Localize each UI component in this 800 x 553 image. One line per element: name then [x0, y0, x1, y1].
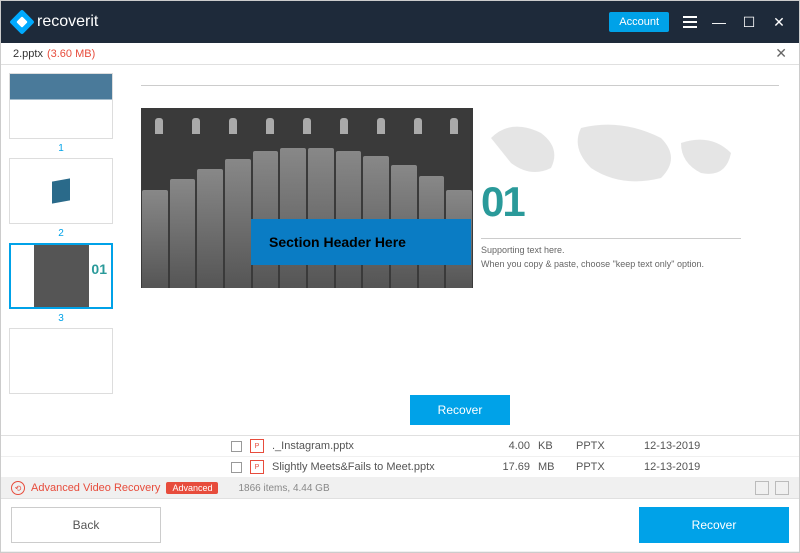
file-unit-cell: KB	[538, 440, 568, 452]
file-unit-cell: MB	[538, 461, 568, 473]
close-icon[interactable]: ✕	[771, 14, 787, 31]
file-type-cell: PPTX	[576, 440, 636, 452]
app-logo: recoverit	[13, 13, 98, 31]
slide-thumb-2[interactable]	[9, 158, 113, 224]
items-summary: 1866 items, 4.44 GB	[238, 483, 329, 494]
file-size-cell: 17.69	[460, 461, 530, 473]
video-recovery-icon: ⟲	[11, 481, 25, 495]
preview-filename: 2.pptx	[13, 48, 43, 60]
slide-thumb-3[interactable]: 01	[9, 243, 113, 309]
minimize-icon[interactable]: —	[711, 14, 727, 30]
file-info-bar: 2.pptx (3.60 MB) ✕	[1, 43, 799, 65]
grid-view-icon[interactable]	[755, 481, 769, 495]
pptx-icon: P	[250, 439, 264, 453]
file-date-cell: 12-13-2019	[644, 440, 724, 452]
back-button[interactable]: Back	[11, 507, 161, 543]
recover-preview-button[interactable]: Recover	[410, 395, 511, 425]
menu-icon[interactable]	[683, 16, 697, 28]
slide-number: 01	[481, 178, 524, 226]
advanced-video-recovery[interactable]: ⟲ Advanced Video Recovery Advanced	[11, 481, 218, 495]
section-header-box: Section Header Here	[251, 219, 471, 265]
table-row[interactable]: P Slightly Meets&Fails to Meet.pptx 17.6…	[1, 457, 799, 478]
row-checkbox[interactable]	[231, 441, 242, 452]
thumb-number-selected: 3	[9, 313, 113, 324]
recover-button[interactable]: Recover	[639, 507, 789, 543]
preview-area: 1 2 01 3 Section Header Here 01 Supporti…	[1, 65, 799, 435]
preview-filesize: (3.60 MB)	[47, 48, 95, 60]
row-checkbox[interactable]	[231, 462, 242, 473]
footer-bar: Back Recover	[1, 498, 799, 551]
thumb-number: 2	[9, 228, 113, 239]
advanced-badge: Advanced	[166, 482, 218, 494]
thumb-number: 1	[9, 143, 113, 154]
list-view-icon[interactable]	[775, 481, 789, 495]
account-button[interactable]: Account	[609, 12, 669, 32]
titlebar: recoverit Account — ☐ ✕	[1, 1, 799, 43]
file-name-cell: Slightly Meets&Fails to Meet.pptx	[272, 461, 452, 473]
file-date-cell: 12-13-2019	[644, 461, 724, 473]
file-list: P ._Instagram.pptx 4.00 KB PPTX 12-13-20…	[1, 435, 799, 478]
slide-thumb-4[interactable]	[9, 328, 113, 394]
table-row[interactable]: P ._Instagram.pptx 4.00 KB PPTX 12-13-20…	[1, 436, 799, 457]
maximize-icon[interactable]: ☐	[741, 14, 757, 31]
close-preview-icon[interactable]: ✕	[775, 45, 787, 62]
app-name: recoverit	[37, 13, 98, 31]
file-name-cell: ._Instagram.pptx	[272, 440, 452, 452]
slide-thumb-1[interactable]	[9, 73, 113, 139]
file-type-cell: PPTX	[576, 461, 636, 473]
file-size-cell: 4.00	[460, 440, 530, 452]
status-bar: ⟲ Advanced Video Recovery Advanced 1866 …	[1, 478, 799, 498]
pptx-icon: P	[250, 460, 264, 474]
supporting-text: Supporting text here. When you copy & pa…	[481, 238, 741, 272]
slide-preview: Section Header Here 01 Supporting text h…	[121, 65, 799, 435]
logo-icon	[9, 9, 34, 34]
thumbnail-strip: 1 2 01 3	[1, 65, 121, 435]
